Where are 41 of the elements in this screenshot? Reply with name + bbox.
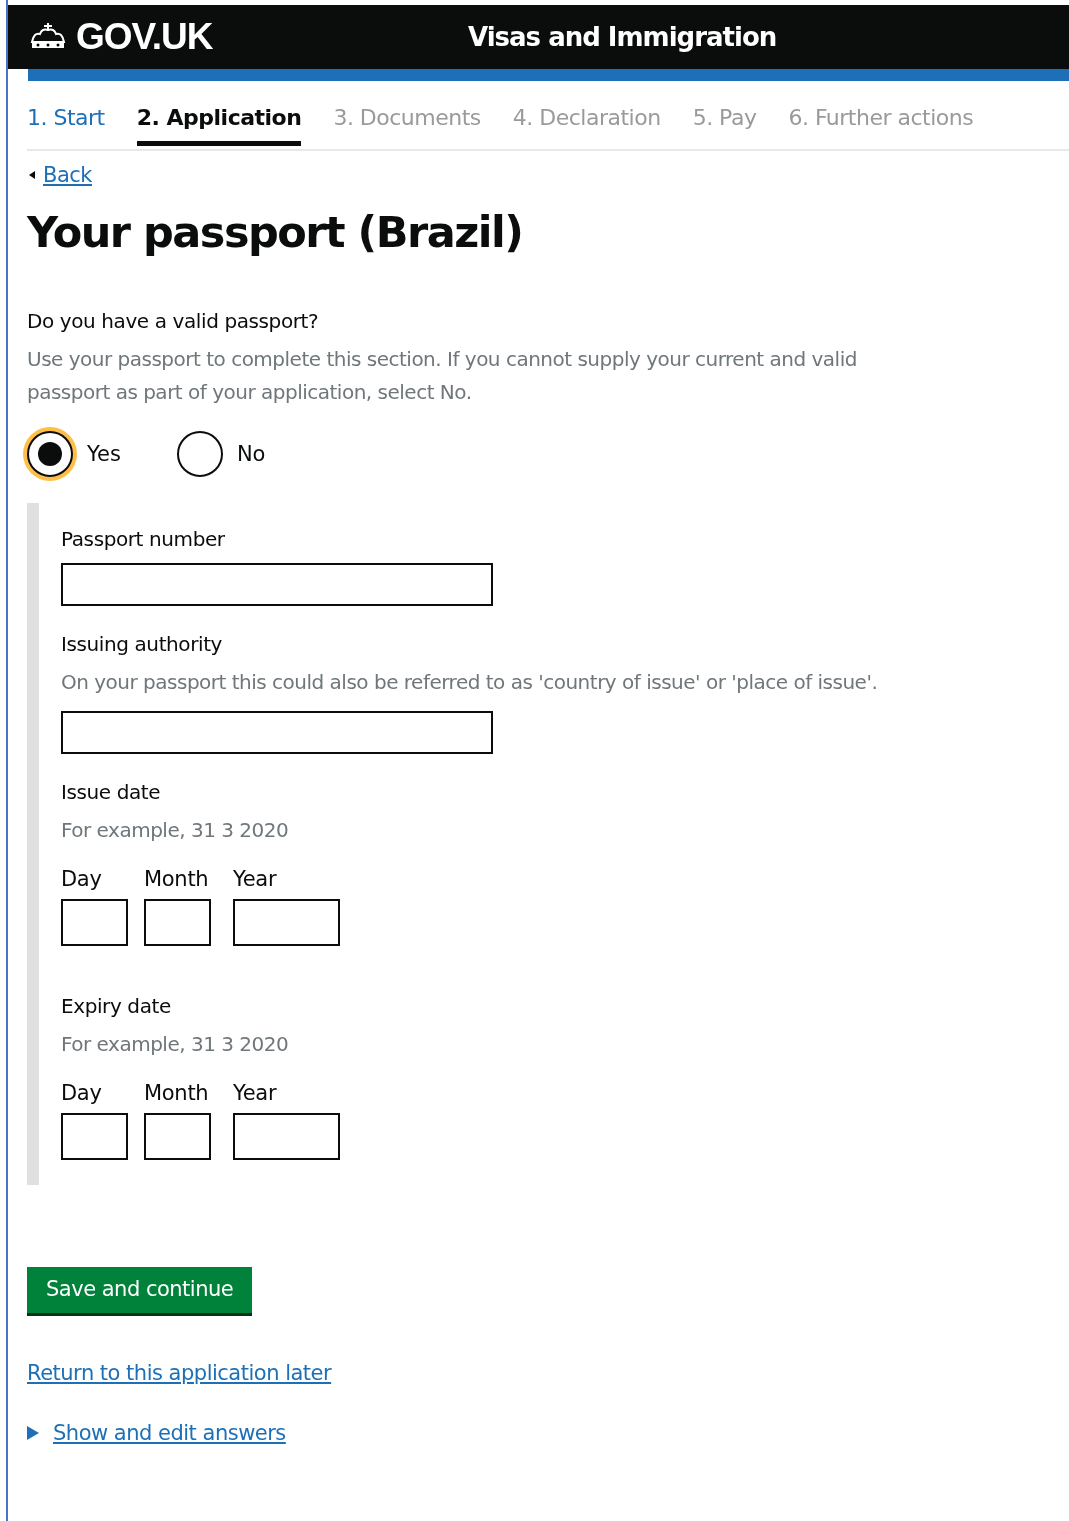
field-label: Issuing authority bbox=[61, 632, 224, 656]
save-button[interactable]: Save and continue bbox=[27, 1267, 253, 1313]
back-arrow-icon bbox=[29, 171, 35, 179]
step-tab[interactable]: 3. Documents bbox=[333, 103, 481, 146]
date-part-label: Month bbox=[144, 1081, 210, 1105]
details-link[interactable]: Show and edit answers bbox=[53, 1421, 286, 1445]
date-input[interactable] bbox=[61, 899, 128, 946]
back-link[interactable]: Back bbox=[43, 163, 92, 187]
date-input[interactable] bbox=[61, 1113, 128, 1160]
return-link[interactable]: Return to this application later bbox=[27, 1361, 332, 1385]
field-label: Expiry date bbox=[61, 994, 172, 1018]
radio-label[interactable]: Yes bbox=[87, 442, 121, 466]
date-input[interactable] bbox=[144, 1113, 211, 1160]
date-part-label: Year bbox=[233, 867, 278, 891]
input-field[interactable] bbox=[61, 711, 493, 754]
hint-text: On your passport this could also be referred to as 'country of issue' or 'place of issue'. bbox=[61, 669, 879, 696]
question-label: Do you have a valid passport? bbox=[27, 309, 320, 333]
page-title: Your passport (Brazil) bbox=[27, 207, 524, 257]
date-part-label: Day bbox=[61, 867, 103, 891]
logo-text[interactable]: GOV.UK bbox=[76, 16, 213, 58]
step-tab[interactable]: 4. Declaration bbox=[512, 103, 661, 146]
date-part-label: Day bbox=[61, 1081, 103, 1105]
radio-button[interactable] bbox=[27, 431, 73, 477]
step-tab[interactable]: 6. Further actions bbox=[788, 103, 974, 146]
date-input[interactable] bbox=[144, 899, 211, 946]
date-input[interactable] bbox=[233, 899, 340, 946]
field-label: Issue date bbox=[61, 780, 162, 804]
step-tab[interactable]: 1. Start bbox=[27, 103, 105, 146]
field-label: Passport number bbox=[61, 527, 226, 551]
date-input[interactable] bbox=[233, 1113, 340, 1160]
step-tab[interactable]: 2. Application bbox=[136, 103, 302, 146]
date-part-label: Year bbox=[233, 1081, 278, 1105]
hint-text: For example, 31 3 2020 bbox=[61, 817, 290, 844]
hint-text: Use your passport to complete this section. If you cannot supply your current and valid passport as part of your application, select No. bbox=[27, 346, 858, 406]
step-tab[interactable]: 5. Pay bbox=[692, 103, 757, 146]
radio-label[interactable]: No bbox=[236, 442, 266, 466]
input-field[interactable] bbox=[61, 563, 493, 606]
hint-text: For example, 31 3 2020 bbox=[61, 1031, 290, 1058]
service-name: Visas and Immigration bbox=[468, 22, 777, 52]
date-part-label: Month bbox=[144, 867, 210, 891]
radio-button[interactable] bbox=[176, 431, 223, 477]
